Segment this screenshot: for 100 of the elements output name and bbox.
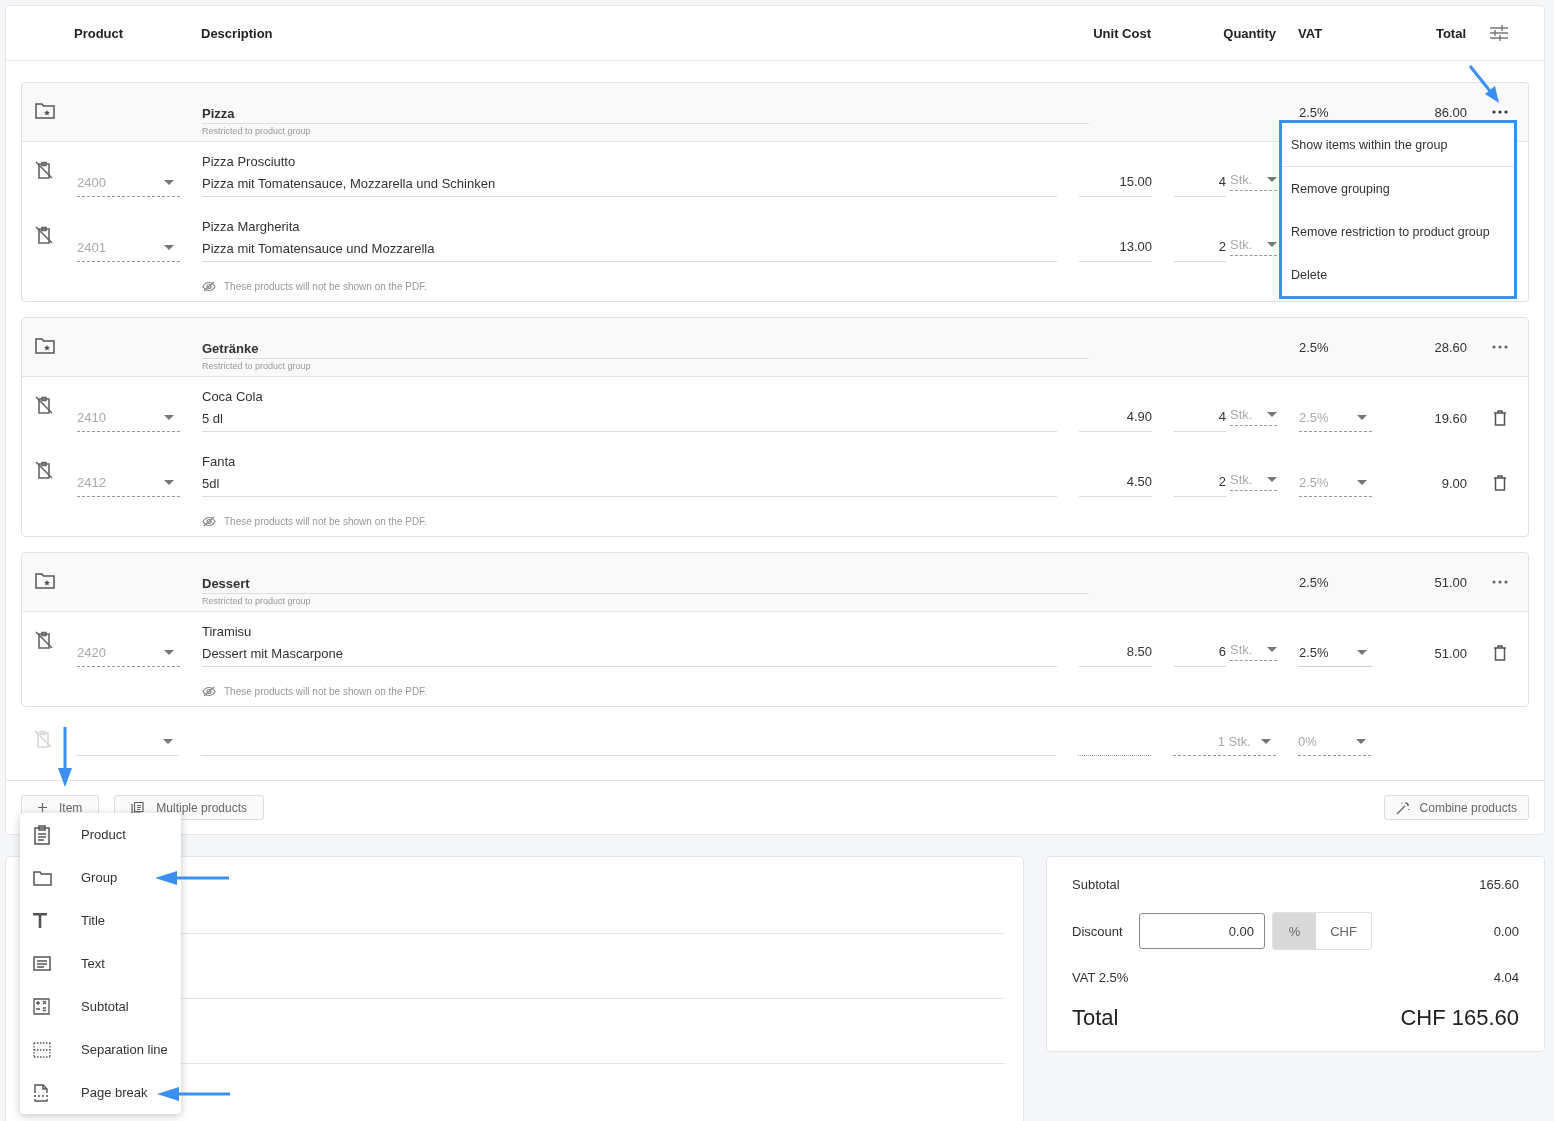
clipboard-crossed-icon (34, 629, 54, 650)
caret-icon (164, 180, 174, 185)
quantity-field[interactable]: 4 (1174, 409, 1226, 432)
pdf-hidden-note: These products will not be shown on the PDF. (224, 281, 427, 292)
column-header: Total (1435, 25, 1466, 41)
magic-wand-icon (1395, 800, 1410, 815)
eye-crossed-icon (202, 686, 216, 697)
plus-icon (38, 803, 47, 812)
menu-item[interactable]: Subtotal (20, 985, 181, 1028)
menu-item[interactable]: Text (20, 942, 181, 985)
stacked-clipboards-icon (131, 801, 145, 814)
quantity-field[interactable]: 2 (1174, 474, 1226, 497)
product-description: Pizza mit Tomatensauce und Mozzarella (202, 240, 436, 258)
clipboard-crossed-icon (34, 394, 54, 415)
clipboard-crossed-icon (34, 224, 54, 245)
column-header: Quantity (1223, 25, 1276, 41)
description-field[interactable]: Pizza Margherita Pizza mit Tomatensauce und Mozzarella (202, 216, 1057, 262)
menu-item[interactable]: Group (20, 856, 181, 899)
caret-icon (1267, 412, 1277, 417)
discount-label: Discount (1072, 923, 1124, 939)
trash-icon[interactable] (1492, 475, 1507, 491)
annotation-arrow (1468, 65, 1499, 103)
group-name-field[interactable]: Pizza (202, 106, 1089, 124)
menu-item[interactable]: Title (20, 899, 181, 942)
line-total: 19.60 (1434, 411, 1467, 428)
pdf-hidden-note: These products will not be shown on the PDF. (224, 686, 427, 697)
group-total: 86.00 (1434, 104, 1467, 120)
trash-icon[interactable] (1492, 410, 1507, 426)
folder-star-icon (35, 573, 55, 589)
caret-icon (1267, 177, 1277, 182)
calculator-icon (33, 998, 50, 1015)
group-restriction-note: Restricted to product group (202, 360, 312, 371)
product-description: 5 dl (202, 410, 224, 428)
more-options-icon[interactable] (1491, 110, 1508, 114)
text-lines-icon (33, 956, 51, 971)
caret-icon (164, 245, 174, 250)
trash-icon[interactable] (1492, 645, 1507, 661)
line-total: 51.00 (1434, 646, 1467, 663)
caret-icon (163, 739, 173, 744)
product-description: 5dl (202, 475, 221, 493)
product-description: Pizza mit Tomatensauce, Mozzarella und Schinken (202, 175, 497, 193)
product-name: Coca Cola (202, 388, 264, 406)
menu-item[interactable]: Show items within the group (1282, 123, 1514, 166)
product-description: Dessert mit Mascarpone (202, 645, 344, 663)
combine-products-button[interactable]: Combine products (1383, 795, 1529, 820)
subtotal-value: 165.60 (1479, 877, 1519, 892)
more-options-icon[interactable] (1491, 345, 1508, 349)
discount-mode-toggle[interactable]: % (1273, 913, 1316, 949)
quantity-field[interactable]: 2 (1174, 239, 1226, 262)
menu-item[interactable]: Remove grouping (1282, 167, 1514, 210)
unit-cost-field[interactable]: 4.50 (1079, 474, 1152, 497)
caret-icon (164, 650, 174, 655)
group-vat: 2.5% (1299, 574, 1330, 590)
product-name: Pizza Prosciutto (202, 153, 297, 171)
caret-icon (1267, 477, 1277, 482)
column-header: Unit Cost (1093, 25, 1151, 41)
description-field[interactable]: Fanta 5dl (202, 451, 1057, 497)
menu-item[interactable]: Page break (20, 1071, 181, 1114)
line-total: 9.00 (1441, 476, 1467, 493)
total-label: Total (1072, 1005, 1119, 1031)
unit-cost-field[interactable]: 13.00 (1079, 239, 1152, 262)
annotation-arrow (58, 727, 72, 787)
clipboard-crossed-icon (34, 159, 54, 180)
folder-icon (33, 869, 52, 886)
unit-cost-field[interactable]: 8.50 (1079, 644, 1152, 667)
caret-icon (1357, 415, 1367, 420)
group-name-field[interactable]: Dessert (202, 576, 1089, 594)
product-name: Tiramisu (202, 623, 253, 641)
eye-crossed-icon (202, 516, 216, 527)
column-header: Product (74, 25, 124, 41)
caret-icon (1267, 242, 1277, 247)
discount-input[interactable]: 0.00 (1139, 913, 1265, 949)
caret-icon (1267, 647, 1277, 652)
description-field[interactable]: Coca Cola 5 dl (202, 386, 1057, 432)
description-field[interactable]: Tiramisu Dessert mit Mascarpone (202, 621, 1057, 667)
settings-sliders-icon[interactable] (1489, 25, 1508, 41)
caret-icon (1357, 480, 1367, 485)
quantity-field[interactable]: 4 (1174, 174, 1226, 197)
more-options-icon[interactable] (1491, 580, 1508, 584)
discount-value: 0.00 (1493, 923, 1519, 939)
clipboard-crossed-icon (33, 729, 53, 749)
caret-icon (1357, 650, 1367, 655)
unit-cost-field[interactable]: 4.90 (1079, 409, 1152, 432)
menu-item[interactable]: Delete (1282, 253, 1514, 296)
subtotal-label: Subtotal (1072, 877, 1120, 892)
clipboard-icon (33, 824, 51, 845)
menu-item[interactable]: Separation line (20, 1028, 181, 1071)
eye-crossed-icon (202, 281, 216, 292)
folder-star-icon (35, 338, 55, 354)
quantity-field[interactable]: 6 (1174, 644, 1226, 667)
pdf-hidden-note: These products will not be shown on the PDF. (224, 516, 427, 527)
caret-icon (1261, 739, 1271, 744)
unit-cost-field[interactable]: 15.00 (1079, 174, 1152, 197)
description-field[interactable]: Pizza Prosciutto Pizza mit Tomatensauce, Mozzarella und Schinken (202, 151, 1057, 197)
title-icon (33, 913, 47, 928)
group-name-field[interactable]: Getränke (202, 341, 1089, 359)
menu-item[interactable]: Remove restriction to product group (1282, 210, 1514, 253)
caret-icon (1356, 739, 1366, 744)
vat-select[interactable]: 2.5% (1299, 644, 1372, 667)
caret-icon (164, 415, 174, 420)
